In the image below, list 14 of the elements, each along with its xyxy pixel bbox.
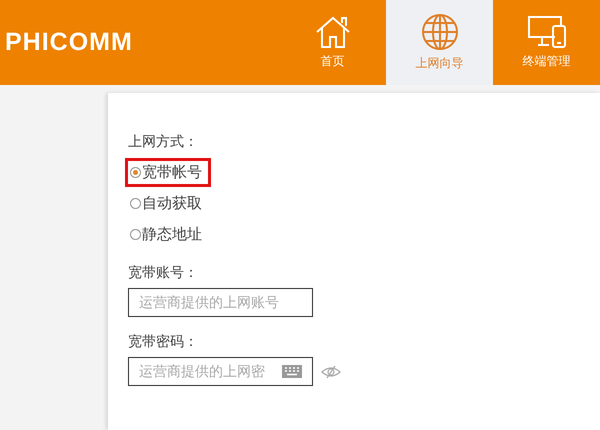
password-field[interactable]: 运营商提供的上网密 — [128, 357, 313, 386]
radio-option[interactable]: 宽带帐号 — [125, 158, 211, 187]
globe-icon — [420, 13, 458, 51]
devices-icon — [526, 15, 566, 49]
field-label: 上网方式： — [128, 133, 198, 151]
home-icon — [314, 15, 352, 49]
field-label: 宽带密码： — [128, 333, 198, 351]
keyboard-icon[interactable] — [282, 365, 302, 378]
radio-option[interactable]: 静态地址 — [125, 220, 211, 249]
hidden-eye-icon[interactable] — [321, 364, 341, 378]
radio-option[interactable]: 自动获取 — [125, 189, 211, 218]
logo: PHICOMM — [5, 28, 134, 57]
input-field[interactable]: 运营商提供的上网账号 — [128, 288, 313, 317]
field-label: 宽带账号： — [128, 264, 198, 282]
